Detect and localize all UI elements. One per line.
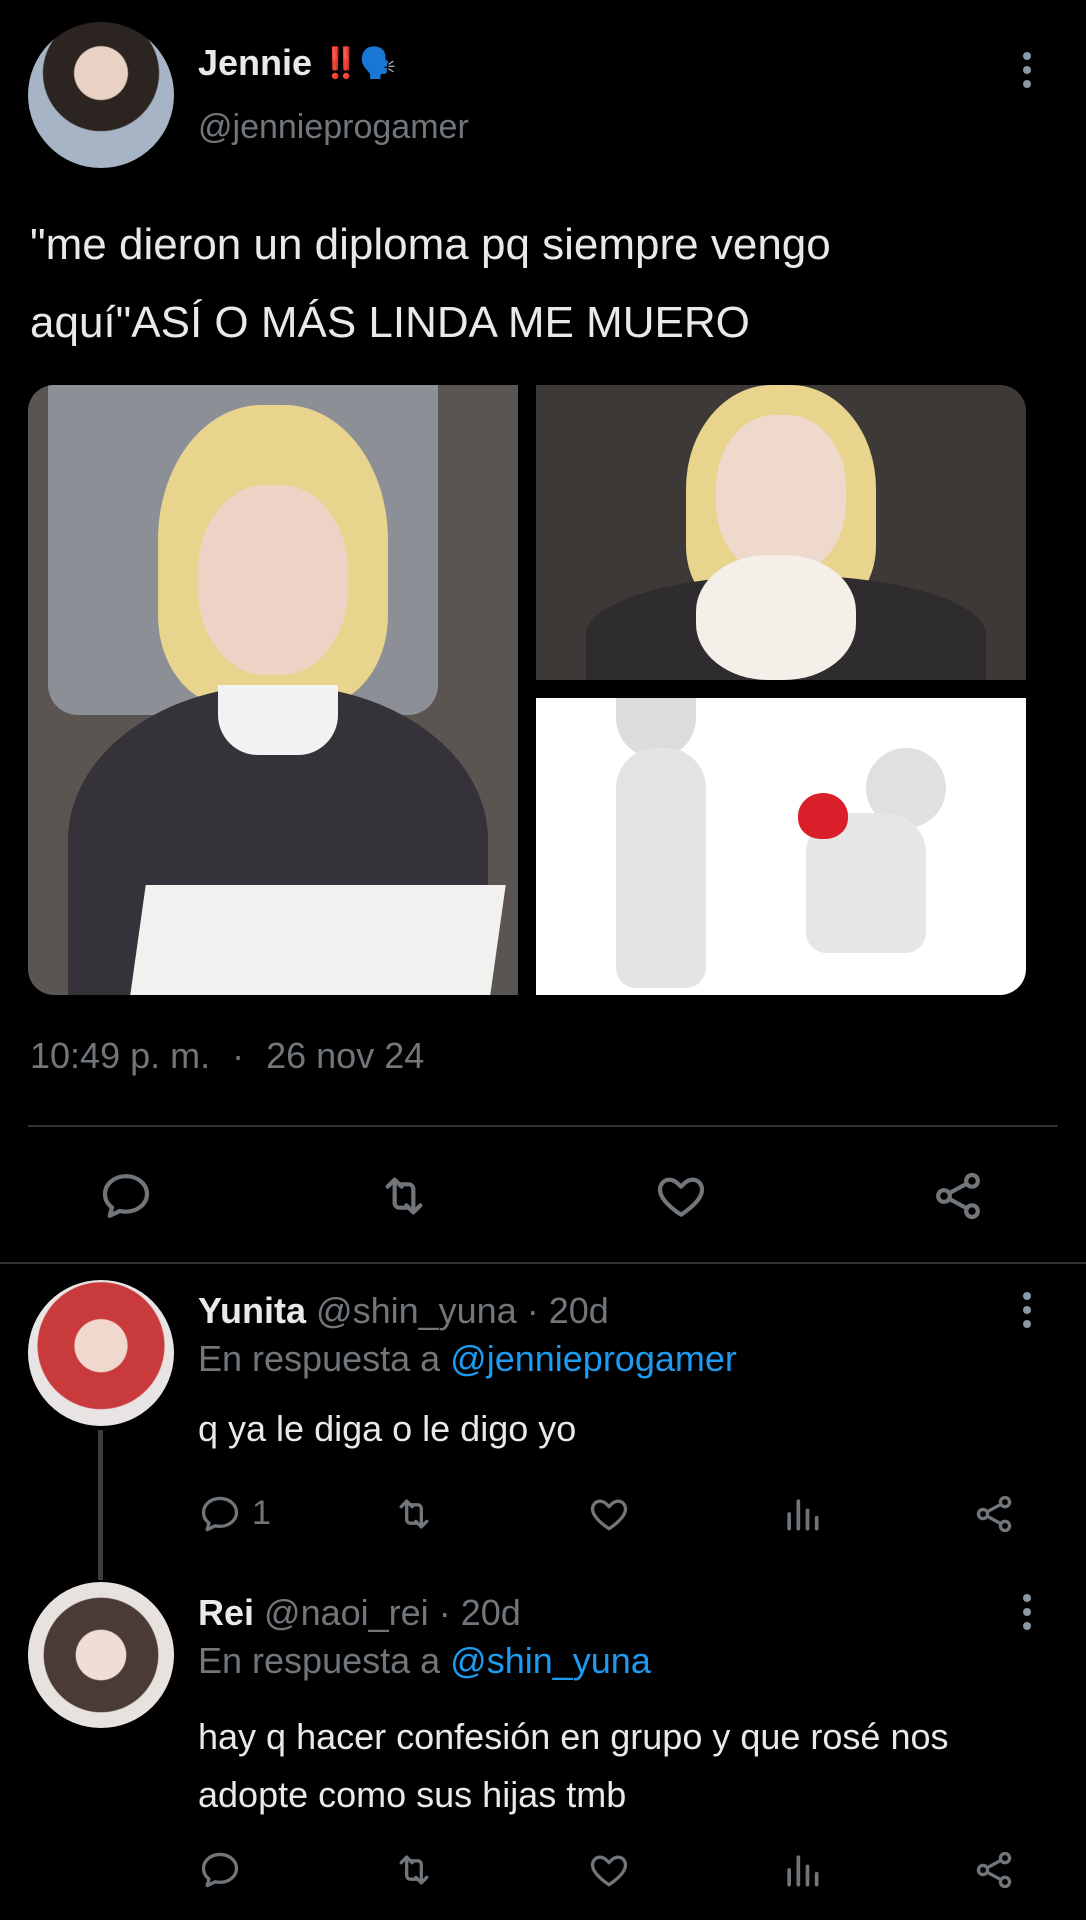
reply-to-link[interactable]: @shin_yuna [450,1640,651,1681]
like-icon[interactable] [586,1848,632,1892]
reply-author-handle: @shin_yuna [316,1290,517,1331]
section-divider [0,1262,1086,1264]
reply-prefix: En respuesta a [198,1338,441,1379]
reply-prefix: En respuesta a [198,1640,441,1681]
tweet-text-line: "me dieron un diploma pq siempre vengo [30,220,831,269]
share-icon[interactable] [930,1168,986,1224]
stats-icon[interactable] [780,1848,824,1892]
retweet-icon[interactable] [374,1168,434,1224]
more-options-icon[interactable] [1022,52,1032,94]
more-options-icon[interactable] [1022,1594,1032,1636]
media-photo-bottom-right[interactable] [536,698,1026,995]
reply-icon[interactable] [98,1168,154,1224]
reply-count: 1 [252,1494,271,1532]
reply-separator: · [438,1592,451,1633]
media-photo-top-right[interactable] [536,385,1026,680]
reply-to-link[interactable]: @jennieprogamer [450,1338,737,1379]
author-avatar[interactable] [28,22,174,168]
reply-author-name: Rei [198,1592,255,1633]
reply-author-handle: @naoi_rei [264,1592,429,1633]
retweet-icon[interactable] [390,1492,438,1536]
author-handle[interactable]: @jennieprogamer [198,108,469,147]
reply-avatar[interactable] [28,1582,174,1728]
author-name-row[interactable]: Jennie ‼️🗣️ [198,40,397,86]
retweet-icon[interactable] [390,1848,438,1892]
reply-context: En respuesta a @shin_yuna [198,1640,651,1682]
reply-separator: · [526,1290,539,1331]
timestamp-separator: · [232,1035,245,1076]
reply-text-line: hay q hacer confesión en grupo y que ros… [198,1716,949,1757]
tweet-text: "me dieron un diploma pq siempre vengo a… [30,206,831,362]
stats-icon[interactable] [780,1492,824,1536]
reply-avatar[interactable] [28,1280,174,1426]
reply-age: 20d [548,1290,609,1331]
reply-icon[interactable] [198,1848,242,1892]
author-emoji: ‼️🗣️ [322,46,397,80]
tweet-time: 10:49 p. m. [30,1035,211,1076]
share-icon[interactable] [972,1492,1016,1536]
more-options-icon[interactable] [1022,1292,1032,1334]
reply-text: q ya le diga o le digo yo [198,1408,577,1449]
share-icon[interactable] [972,1848,1016,1892]
like-icon[interactable] [652,1168,710,1224]
reply-header[interactable]: Yunita @shin_yuna · 20d [198,1290,609,1332]
reply-text-line: adopte como sus hijas tmb [198,1774,627,1815]
tweet-text-line: aquí"ASÍ O MÁS LINDA ME MUERO [30,298,750,347]
reply-age: 20d [460,1592,521,1633]
tweet-timestamp[interactable]: 10:49 p. m. · 26 nov 24 [30,1035,424,1077]
tweet-date: 26 nov 24 [266,1035,425,1076]
reply-icon[interactable] [198,1492,242,1536]
reply-author-name: Yunita [198,1290,307,1331]
reply-text: hay q hacer confesión en grupo y que ros… [198,1708,949,1824]
reply-header[interactable]: Rei @naoi_rei · 20d [198,1592,521,1634]
thread-line [98,1430,103,1580]
author-name: Jennie [198,42,313,83]
like-icon[interactable] [586,1492,632,1536]
media-photo-left[interactable] [28,385,518,995]
divider [28,1125,1058,1127]
reply-context: En respuesta a @jennieprogamer [198,1338,737,1380]
